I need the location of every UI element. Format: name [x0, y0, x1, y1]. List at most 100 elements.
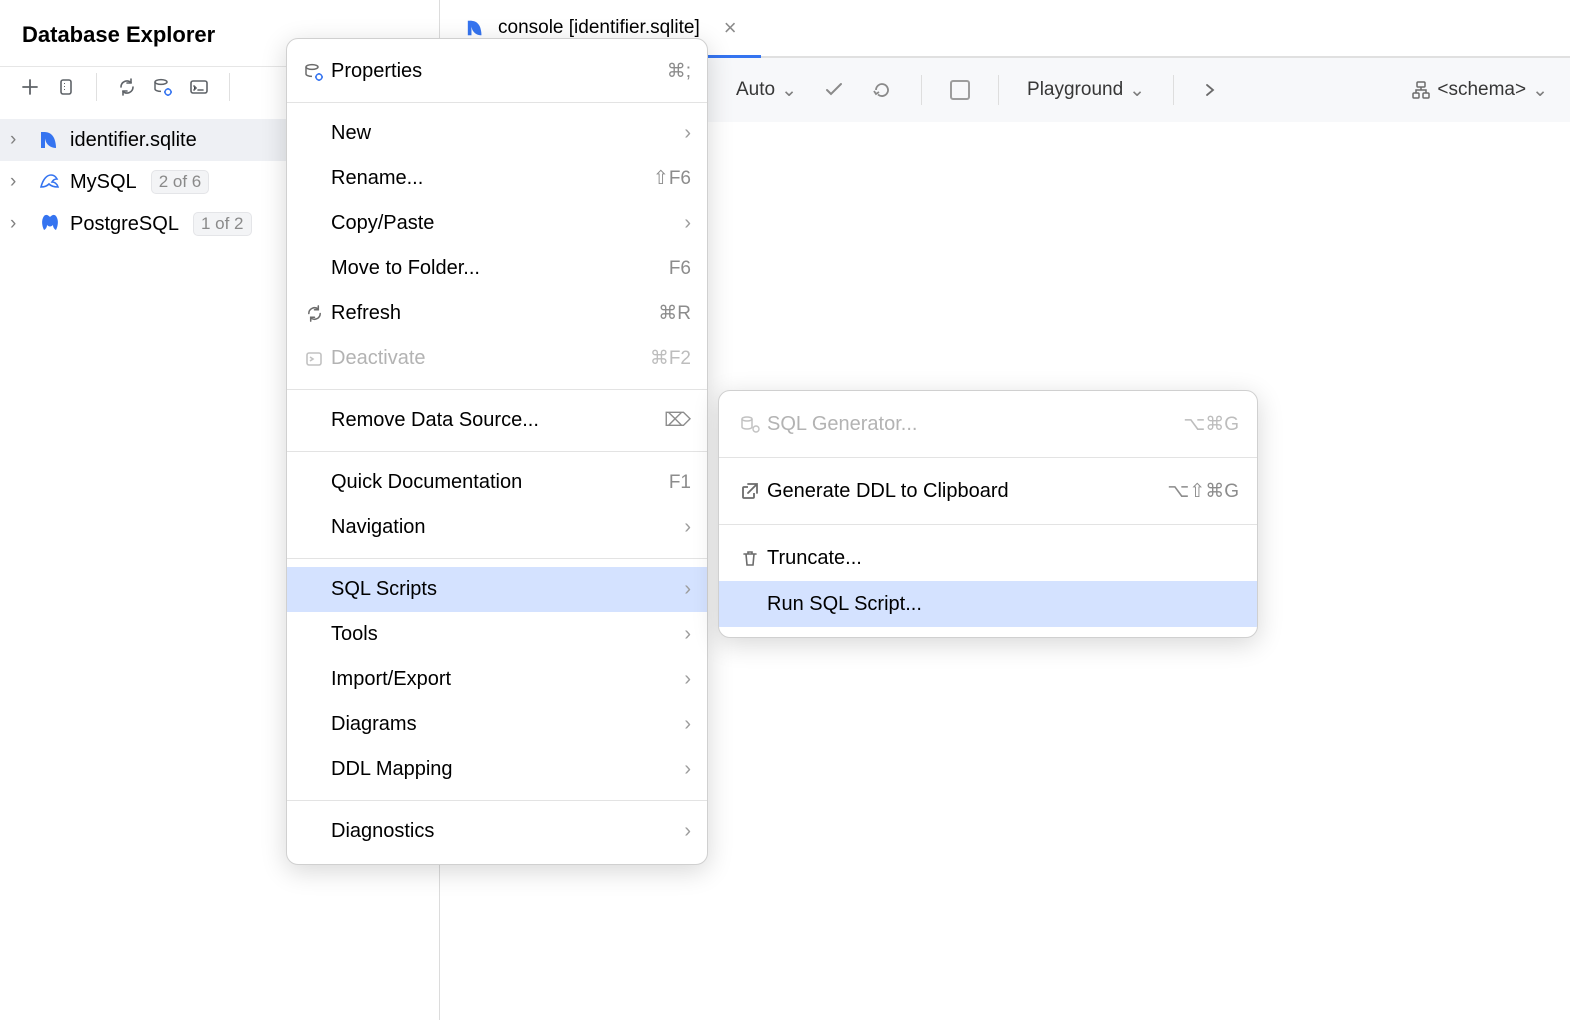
stop-icon: [950, 80, 970, 100]
menu-item-label: Diagnostics: [331, 820, 684, 843]
menu-item-label: Deactivate: [331, 347, 650, 370]
menu-item-shortcut: ⌦: [664, 409, 691, 432]
menu-item-label: Tools: [331, 623, 684, 646]
menu-separator: [287, 558, 707, 559]
tx-mode-dropdown[interactable]: Auto ⌄: [730, 76, 803, 105]
separator: [998, 75, 999, 105]
mode-label: Playground: [1027, 79, 1123, 101]
menu-item-deactivate: Deactivate ⌘F2: [287, 336, 707, 381]
menu-separator: [287, 451, 707, 452]
tree-item-badge: 2 of 6: [151, 170, 210, 194]
chevron-right-icon: ›: [684, 623, 691, 646]
tree-item-label: identifier.sqlite: [70, 129, 197, 152]
db-gear-icon[interactable]: [147, 71, 179, 103]
close-icon[interactable]: ×: [724, 15, 737, 41]
menu-item-tools[interactable]: Tools ›: [287, 612, 707, 657]
commit-icon[interactable]: [817, 76, 851, 104]
menu-item-diagnostics[interactable]: Diagnostics ›: [287, 809, 707, 854]
sqlite-icon: [464, 16, 488, 40]
breadcrumb-arrow-icon[interactable]: [1196, 79, 1224, 101]
menu-item-import-export[interactable]: Import/Export ›: [287, 657, 707, 702]
chevron-down-icon: ⌄: [781, 79, 797, 102]
submenu-item-run-sql-script[interactable]: Run SQL Script...: [719, 581, 1257, 627]
external-link-icon: [733, 481, 767, 501]
rollback-icon[interactable]: [865, 76, 899, 104]
context-menu: Properties ⌘; New › Rename... ⇧F6 Copy/P…: [286, 38, 708, 865]
separator: [921, 75, 922, 105]
trash-icon: [733, 548, 767, 568]
submenu-item-sql-generator: SQL Generator... ⌥⌘G: [719, 401, 1257, 447]
add-icon[interactable]: [14, 71, 46, 103]
menu-item-label: SQL Scripts: [331, 578, 684, 601]
menu-item-label: Copy/Paste: [331, 212, 684, 235]
chevron-right-icon: ›: [684, 713, 691, 736]
menu-item-label: Remove Data Source...: [331, 409, 664, 432]
console-icon[interactable]: [183, 71, 215, 103]
menu-item-label: Generate DDL to Clipboard: [767, 480, 1167, 503]
menu-item-move-to-folder[interactable]: Move to Folder... F6: [287, 246, 707, 291]
menu-item-shortcut: ⌘F2: [650, 347, 691, 370]
menu-item-properties[interactable]: Properties ⌘;: [287, 49, 707, 94]
menu-item-diagrams[interactable]: Diagrams ›: [287, 702, 707, 747]
tree-item-label: MySQL: [70, 171, 137, 194]
menu-item-shortcut: F1: [669, 472, 691, 494]
menu-item-shortcut: ⌘;: [667, 60, 691, 83]
submenu-item-generate-ddl[interactable]: Generate DDL to Clipboard ⌥⇧⌘G: [719, 468, 1257, 514]
stop-button[interactable]: [944, 77, 976, 103]
menu-item-rename[interactable]: Rename... ⇧F6: [287, 156, 707, 201]
chevron-right-icon: ›: [684, 578, 691, 601]
copy-icon[interactable]: [50, 71, 82, 103]
menu-item-label: Run SQL Script...: [767, 593, 1239, 616]
chevron-right-icon: ›: [684, 212, 691, 235]
menu-item-quick-documentation[interactable]: Quick Documentation F1: [287, 460, 707, 505]
mysql-icon: [36, 170, 64, 194]
menu-item-shortcut: F6: [669, 258, 691, 280]
refresh-icon: [299, 304, 329, 323]
menu-separator: [287, 800, 707, 801]
menu-item-copy-paste[interactable]: Copy/Paste ›: [287, 201, 707, 246]
chevron-right-icon: ›: [684, 122, 691, 145]
menu-item-label: New: [331, 122, 684, 145]
chevron-right-icon: ›: [684, 758, 691, 781]
tab-title: console [identifier.sqlite]: [498, 17, 700, 39]
menu-item-ddl-mapping[interactable]: DDL Mapping ›: [287, 747, 707, 792]
menu-item-label: Move to Folder...: [331, 257, 669, 280]
chevron-right-icon: ›: [10, 129, 30, 151]
sql-generator-icon: [733, 413, 767, 435]
menu-item-label: Refresh: [331, 302, 658, 325]
chevron-right-icon: ›: [684, 516, 691, 539]
menu-item-shortcut: ⌥⇧⌘G: [1167, 480, 1239, 503]
menu-item-remove-data-source[interactable]: Remove Data Source... ⌦: [287, 398, 707, 443]
tx-mode-label: Auto: [736, 79, 775, 101]
schema-label: <schema>: [1437, 79, 1526, 101]
chevron-right-icon: ›: [10, 171, 30, 193]
menu-separator: [287, 389, 707, 390]
sqlite-icon: [36, 129, 64, 151]
menu-item-label: Diagrams: [331, 713, 684, 736]
schema-icon: [1411, 80, 1431, 100]
menu-item-label: Navigation: [331, 516, 684, 539]
menu-item-shortcut: ⇧F6: [653, 167, 691, 190]
menu-item-navigation[interactable]: Navigation ›: [287, 505, 707, 550]
tree-item-badge: 1 of 2: [193, 212, 252, 236]
chevron-right-icon: ›: [10, 213, 30, 235]
menu-item-label: Rename...: [331, 167, 653, 190]
deactivate-icon: [299, 349, 329, 369]
submenu-item-truncate[interactable]: Truncate...: [719, 535, 1257, 581]
separator: [229, 73, 230, 101]
mode-dropdown[interactable]: Playground ⌄: [1021, 76, 1151, 105]
schema-dropdown[interactable]: <schema> ⌄: [1405, 76, 1554, 105]
refresh-icon[interactable]: [111, 71, 143, 103]
menu-item-shortcut: ⌥⌘G: [1183, 413, 1239, 436]
chevron-right-icon: ›: [684, 820, 691, 843]
menu-item-refresh[interactable]: Refresh ⌘R: [287, 291, 707, 336]
menu-item-new[interactable]: New ›: [287, 111, 707, 156]
chevron-down-icon: ⌄: [1129, 79, 1145, 102]
menu-item-label: Truncate...: [767, 547, 1239, 570]
menu-item-label: Properties: [331, 60, 667, 83]
menu-item-sql-scripts[interactable]: SQL Scripts ›: [287, 567, 707, 612]
menu-item-label: SQL Generator...: [767, 413, 1183, 436]
menu-item-label: DDL Mapping: [331, 758, 684, 781]
menu-item-label: Quick Documentation: [331, 471, 669, 494]
menu-item-shortcut: ⌘R: [658, 302, 691, 325]
